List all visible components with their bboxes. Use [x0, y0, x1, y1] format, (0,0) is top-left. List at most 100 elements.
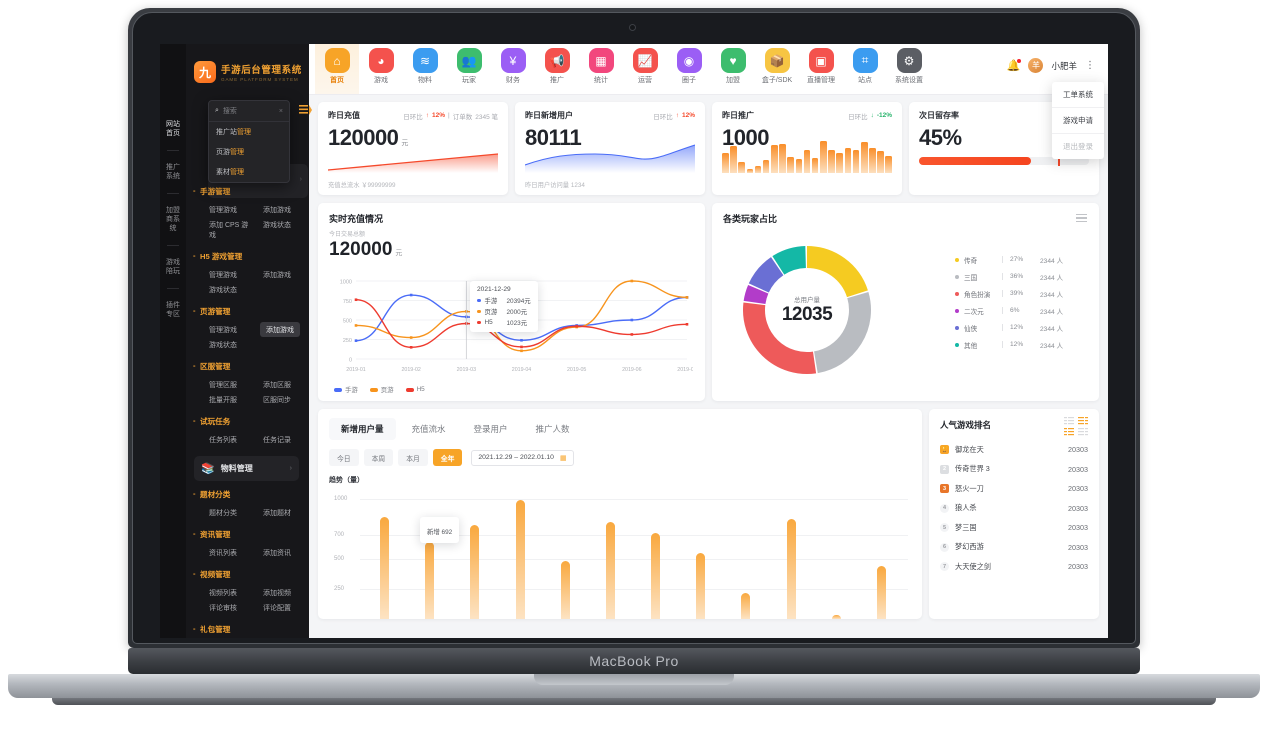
filter-this-year[interactable]: 全年 [432, 449, 463, 466]
nav-item-games[interactable]: ◕ 游戏 [359, 44, 403, 94]
menu-link[interactable]: 添加 CPS 游戏 [200, 217, 254, 242]
hamburger-icon[interactable] [1076, 214, 1087, 223]
legend-row[interactable]: 三国 36% 2344 人 [955, 268, 1085, 285]
bell-icon[interactable]: 🔔 [1007, 59, 1022, 72]
tab-promotion-count[interactable]: 推广人数 [524, 418, 582, 440]
bar-column[interactable] [814, 487, 859, 619]
bar-column[interactable] [362, 487, 407, 619]
list-item[interactable]: 4 狼人杀 20303 [940, 499, 1088, 519]
clear-search-icon[interactable]: × [279, 108, 283, 115]
user-more-button[interactable]: ⋮ [1085, 60, 1096, 71]
menu-link[interactable]: 管理游戏 [200, 322, 254, 337]
search-suggestion[interactable]: 页游管理 [209, 142, 289, 162]
search-suggestion[interactable]: 素材管理 [209, 162, 289, 182]
bar-column[interactable] [859, 487, 904, 619]
nav-item-box-sdk[interactable]: 📦 盒子/SDK [755, 44, 799, 94]
nav-item-circles[interactable]: ◉ 圈子 [667, 44, 711, 94]
date-range-picker[interactable]: 2021.12.29 – 2022.01.10 ▦ [471, 449, 574, 466]
rail-item-franchise[interactable]: 加盟商系统 [160, 196, 186, 243]
menu-link[interactable]: 添加区服 [254, 377, 308, 392]
menu-link[interactable]: 评论审核 [200, 600, 254, 615]
legend-item[interactable]: 手游 [334, 385, 358, 394]
avatar[interactable]: 羊 [1028, 58, 1044, 73]
menu-link[interactable]: 添加游戏 [254, 267, 308, 282]
menu-item-ticket-system[interactable]: 工单系统 [1052, 82, 1104, 108]
search-input-row[interactable]: ⌕ 搜索 × [209, 101, 289, 122]
list-item[interactable]: 6 梦幻西游 20303 [940, 538, 1088, 558]
legend-row[interactable]: 角色扮演 39% 2344 人 [955, 285, 1085, 302]
menu-link[interactable]: 批量开服 [200, 392, 254, 407]
nav-item-statistics[interactable]: ▦ 统计 [579, 44, 623, 94]
bar-column[interactable] [498, 487, 543, 619]
filter-this-month[interactable]: 本月 [398, 449, 428, 466]
bar-column[interactable] [452, 487, 497, 619]
rail-item-playmate[interactable]: 游戏陪玩 [160, 248, 186, 286]
menu-link[interactable]: 添加游戏 [254, 202, 308, 217]
legend-row[interactable]: 二次元 6% 2344 人 [955, 302, 1085, 319]
nav-item-live-management[interactable]: ▣ 直播管理 [799, 44, 843, 94]
bar-column[interactable] [723, 487, 768, 619]
filter-this-week[interactable]: 本周 [363, 449, 394, 466]
rail-item-promotion[interactable]: 推广系统 [160, 153, 186, 191]
bar-column[interactable] [678, 487, 723, 619]
menu-link-selected[interactable]: 添加游戏 [260, 322, 300, 337]
bar-column[interactable] [543, 487, 588, 619]
list-item[interactable]: 3 怒火一刀 20303 [940, 479, 1088, 499]
bar-column[interactable] [633, 487, 678, 619]
legend-row[interactable]: 其他 12% 2344 人 [955, 336, 1085, 353]
sidebar-collapse-button[interactable] [296, 102, 314, 118]
menu-link[interactable]: 任务列表 [200, 432, 254, 447]
legend-item[interactable]: H5 [405, 385, 425, 394]
menu-link[interactable]: 视频列表 [200, 585, 254, 600]
menu-link[interactable]: 游戏状态 [254, 217, 308, 242]
list-item[interactable]: 🏆 御龙在天 20303 [940, 440, 1088, 460]
bar-column[interactable] [769, 487, 814, 619]
search-input[interactable]: 搜索 [223, 106, 275, 116]
menu-link[interactable]: 管理游戏 [200, 267, 254, 282]
nav-item-operations[interactable]: 📈 运营 [623, 44, 667, 94]
menu-link[interactable]: 管理游戏 [200, 202, 254, 217]
search-suggestion[interactable]: 推广站管理 [209, 122, 289, 142]
menu-link[interactable]: 任务记录 [254, 432, 308, 447]
tab-login-users[interactable]: 登录用户 [462, 418, 520, 440]
donut-slice-其他[interactable] [772, 246, 807, 275]
list-item[interactable]: 2 传奇世界 3 20303 [940, 460, 1088, 480]
nav-item-home[interactable]: ⌂ 首页 [315, 44, 359, 94]
list-item[interactable]: 7 大天使之剑 20303 [940, 557, 1088, 577]
menu-link[interactable]: 添加视频 [254, 585, 308, 600]
nav-item-materials[interactable]: ≋ 物料 [403, 44, 447, 94]
tab-new-users[interactable]: 新增用户量 [329, 418, 396, 440]
filter-today[interactable]: 今日 [329, 449, 359, 466]
list-item[interactable]: 5 梦三国 20303 [940, 518, 1088, 538]
tab-recharge-flow[interactable]: 充值流水 [400, 418, 458, 440]
nav-item-system-settings[interactable]: ⚙ 系统设置 [887, 44, 931, 94]
rail-item-home[interactable]: 网站首页 [160, 110, 186, 148]
donut-slice-仙侠[interactable] [748, 257, 784, 294]
legend-row[interactable]: 传奇 27% 2344 人 [955, 251, 1085, 268]
bar-column[interactable] [588, 487, 633, 619]
menu-link[interactable]: 游戏状态 [200, 282, 254, 297]
menu-link[interactable]: 游戏状态 [200, 337, 254, 352]
menu-item-game-application[interactable]: 游戏申请 [1052, 108, 1104, 134]
nav-item-franchise[interactable]: ♥ 加盟 [711, 44, 755, 94]
bar-column[interactable] [407, 487, 452, 619]
rail-item-plugins[interactable]: 插件专区 [160, 291, 186, 329]
menu-link[interactable]: 添加资讯 [254, 545, 308, 560]
menu-item-logout[interactable]: 退出登录 [1052, 134, 1104, 159]
sidebar-section-materials[interactable]: 📚 物料管理 › [194, 456, 299, 481]
legend-row[interactable]: 仙侠 12% 2344 人 [955, 319, 1085, 336]
nav-item-finance[interactable]: ¥ 财务 [491, 44, 535, 94]
donut-slice-二次元[interactable] [743, 284, 769, 305]
ranking-sort-toggle[interactable] [1064, 417, 1088, 436]
legend-item[interactable]: 页游 [369, 385, 394, 394]
menu-link[interactable]: 管理区服 [200, 377, 254, 392]
brand[interactable]: 九 手游后台管理系统 GAME PLATFORM SYSTEM [186, 44, 309, 88]
menu-link[interactable]: 评论配置 [254, 600, 308, 615]
menu-link[interactable]: 添加题材 [254, 505, 308, 520]
menu-link[interactable]: 资讯列表 [200, 545, 254, 560]
nav-item-promotion[interactable]: 📢 推广 [535, 44, 579, 94]
nav-item-site[interactable]: ⌗ 站点 [843, 44, 887, 94]
nav-item-players[interactable]: 👥 玩家 [447, 44, 491, 94]
menu-link[interactable]: 题材分类 [200, 505, 254, 520]
menu-link[interactable]: 区服同步 [254, 392, 308, 407]
